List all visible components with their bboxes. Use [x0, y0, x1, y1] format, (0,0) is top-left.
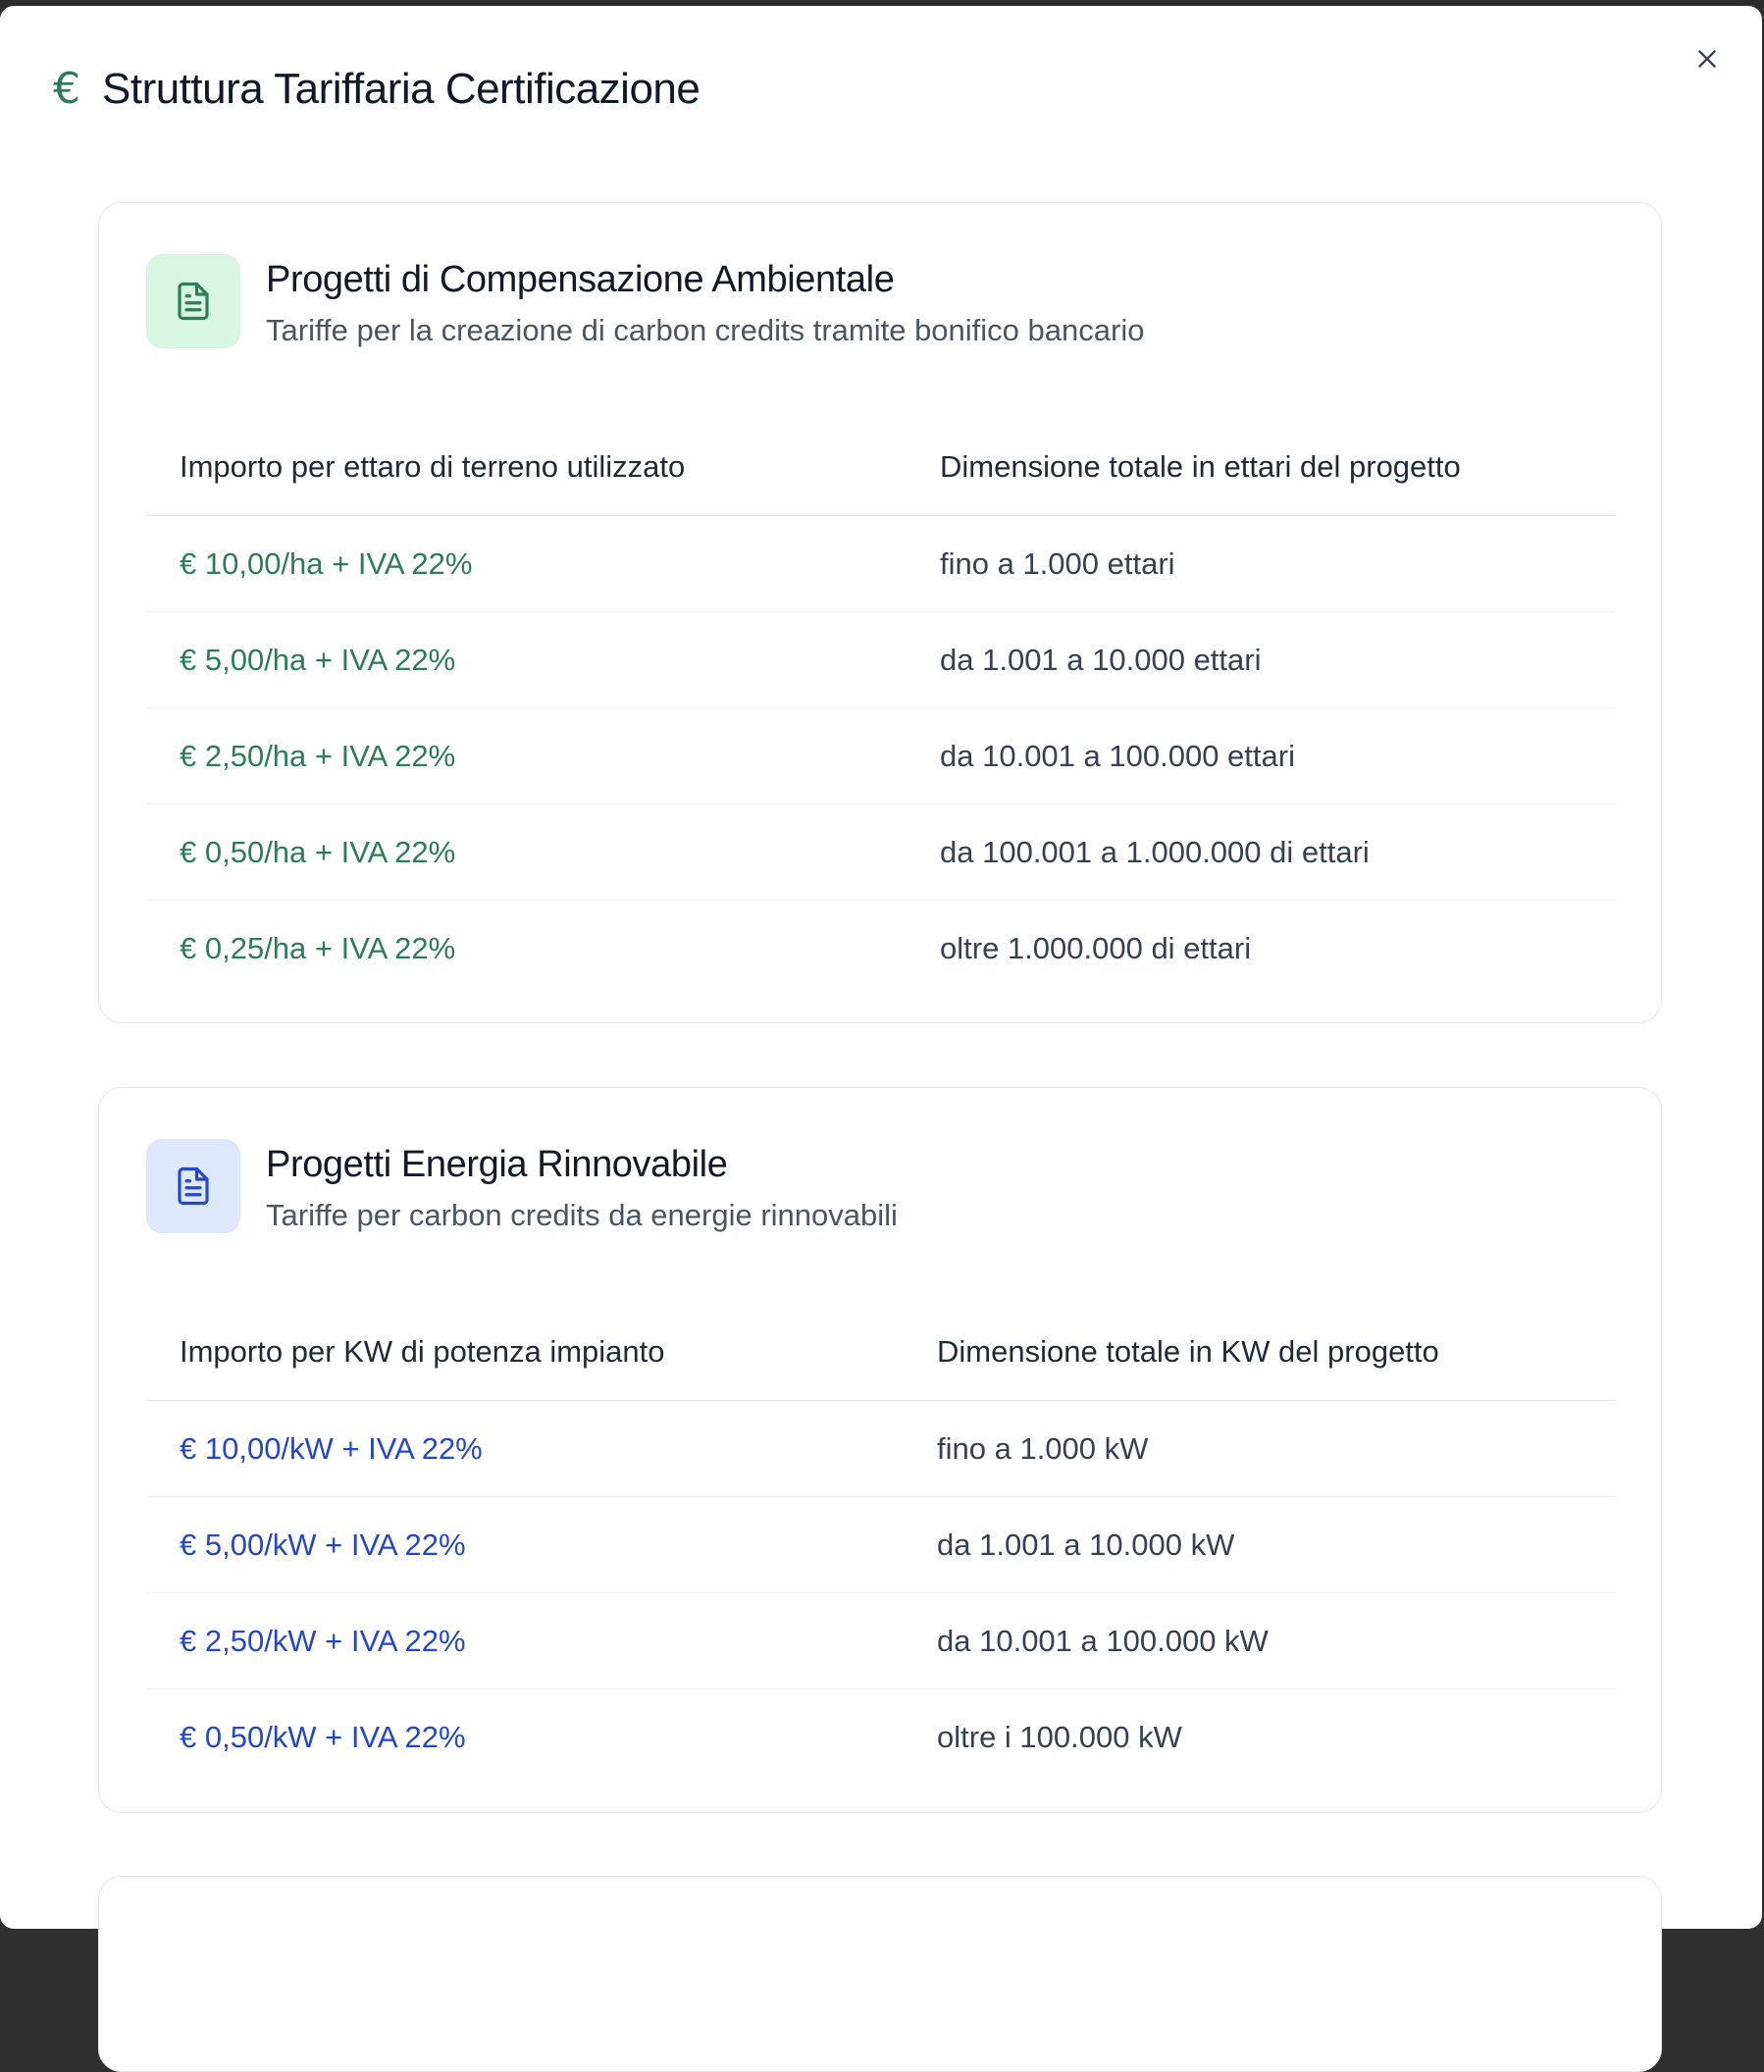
- rates-table: Importo per KW di potenza impianto Dimen…: [146, 1304, 1616, 1785]
- range-cell: da 10.001 a 100.000 kW: [904, 1592, 1616, 1689]
- price-cell: € 0,50/kW + IVA 22%: [180, 1719, 466, 1754]
- price-cell: € 2,50/ha + IVA 22%: [146, 707, 907, 804]
- close-button[interactable]: [1689, 41, 1725, 77]
- euro-icon: €: [53, 64, 80, 114]
- table-row: € 2,50/ha + IVA 22% da 10.001 a 100.000 …: [146, 707, 1616, 804]
- section-icon-box: [146, 1139, 240, 1233]
- section-card-environmental: Progetti di Compensazione Ambientale Tar…: [98, 202, 1662, 1023]
- section-subtitle: Tariffe per carbon credits da energie ri…: [266, 1198, 898, 1232]
- table-row: € 5,00/ha + IVA 22% da 1.001 a 10.000 et…: [146, 611, 1616, 708]
- table-row: € 0,50/kW + IVA 22% oltre i 100.000 kW: [146, 1689, 1616, 1786]
- range-cell: da 1.001 a 10.000 kW: [904, 1496, 1616, 1593]
- price-cell: € 2,50/kW + IVA 22%: [146, 1592, 904, 1689]
- document-icon: [178, 1166, 209, 1206]
- section-card-partial: [98, 1876, 1662, 2072]
- range-cell: da 1.001 a 10.000 ettari: [907, 611, 1616, 708]
- range-cell: oltre i 100.000 kW: [937, 1719, 1182, 1754]
- section-card-renewable: Progetti Energia Rinnovabile Tariffe per…: [98, 1087, 1662, 1813]
- table-row: € 5,00/kW + IVA 22% da 1.001 a 10.000 kW: [146, 1496, 1616, 1593]
- table-row: € 0,25/ha + IVA 22% oltre 1.000.000 di e…: [146, 901, 1616, 997]
- price-cell: € 0,50/ha + IVA 22%: [146, 803, 907, 901]
- rates-table: Importo per ettaro di terreno utilizzato…: [146, 419, 1616, 996]
- table-header-row: Importo per ettaro di terreno utilizzato…: [146, 419, 1616, 516]
- range-cell: fino a 1.000 ettari: [907, 515, 1616, 612]
- range-cell: da 100.001 a 1.000.000 di ettari: [907, 803, 1616, 901]
- section-header: Progetti Energia Rinnovabile Tariffe per…: [146, 1139, 898, 1235]
- pricing-modal: € Struttura Tariffaria Certificazione Pr…: [0, 6, 1762, 2072]
- range-cell: oltre 1.000.000 di ettari: [940, 930, 1252, 965]
- table-row: € 0,50/ha + IVA 22% da 100.001 a 1.000.0…: [146, 803, 1616, 901]
- column-header-range: Dimensione totale in ettari del progetto: [907, 419, 1616, 516]
- price-cell: € 5,00/ha + IVA 22%: [146, 611, 907, 708]
- section-title: Progetti di Compensazione Ambientale: [266, 259, 895, 300]
- column-header-range: Dimensione totale in KW del progetto: [904, 1304, 1616, 1401]
- table-header-row: Importo per KW di potenza impianto Dimen…: [146, 1304, 1616, 1401]
- section-icon-box: [146, 254, 240, 348]
- range-cell: da 10.001 a 100.000 ettari: [907, 707, 1616, 804]
- range-cell: fino a 1.000 kW: [904, 1400, 1616, 1497]
- section-subtitle: Tariffe per la creazione di carbon credi…: [266, 313, 1145, 347]
- column-header-price: Importo per ettaro di terreno utilizzato: [146, 419, 907, 516]
- section-title: Progetti Energia Rinnovabile: [266, 1144, 728, 1185]
- section-header: Progetti di Compensazione Ambientale Tar…: [146, 254, 1144, 350]
- table-row: € 10,00/ha + IVA 22% fino a 1.000 ettari: [146, 515, 1616, 612]
- modal-title: Struttura Tariffaria Certificazione: [102, 65, 700, 113]
- price-cell: € 10,00/kW + IVA 22%: [146, 1400, 904, 1497]
- modal-header: € Struttura Tariffaria Certificazione: [53, 65, 700, 114]
- table-row: € 2,50/kW + IVA 22% da 10.001 a 100.000 …: [146, 1592, 1616, 1689]
- price-cell: € 10,00/ha + IVA 22%: [146, 515, 907, 612]
- column-header-price: Importo per KW di potenza impianto: [146, 1304, 904, 1401]
- close-icon[interactable]: [1694, 46, 1720, 72]
- price-cell: € 0,25/ha + IVA 22%: [180, 930, 456, 965]
- price-cell: € 5,00/kW + IVA 22%: [146, 1496, 904, 1593]
- document-icon: [178, 282, 209, 321]
- table-row: € 10,00/kW + IVA 22% fino a 1.000 kW: [146, 1400, 1616, 1497]
